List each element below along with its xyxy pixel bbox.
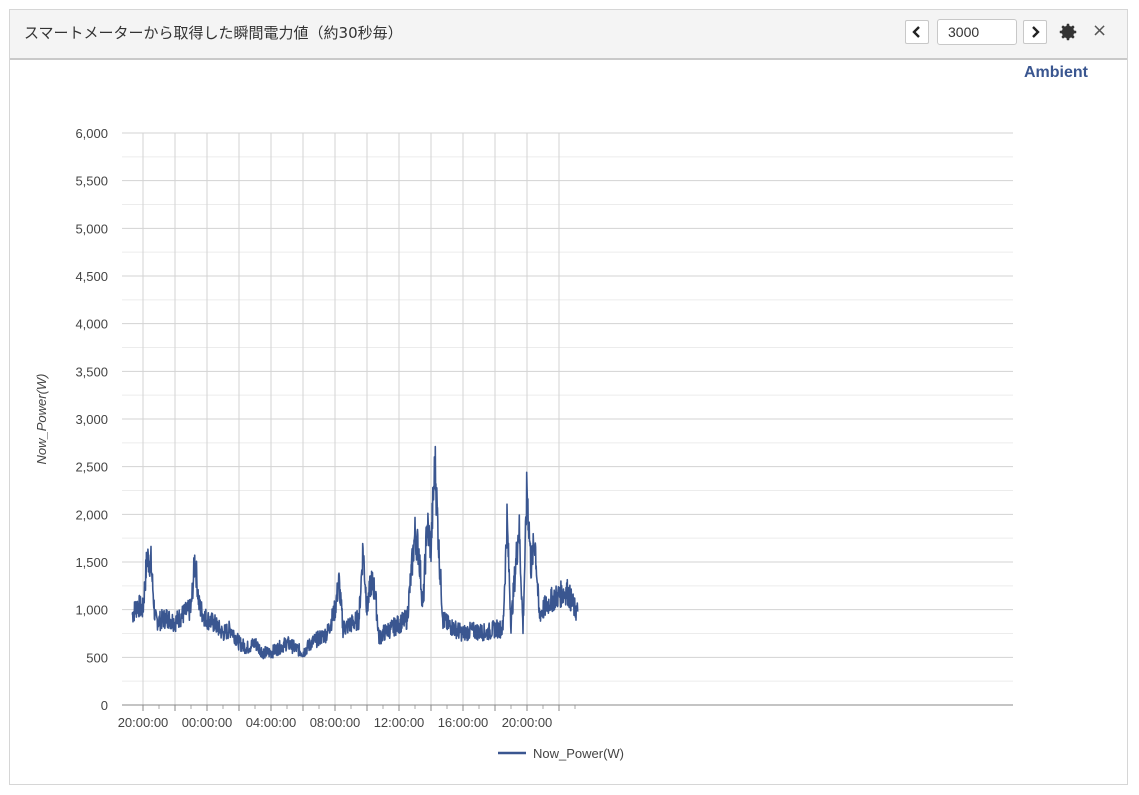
y-tick-label: 5,500: [75, 174, 108, 189]
series-line: [131, 445, 579, 660]
x-tick-label: 16:00:00: [438, 715, 489, 730]
x-tick-label: 20:00:00: [118, 715, 169, 730]
y-tick-label: 0: [101, 698, 108, 713]
x-tick-label: 04:00:00: [246, 715, 297, 730]
x-tick-label: 20:00:00: [502, 715, 553, 730]
y-tick-label: 4,500: [75, 269, 108, 284]
y-tick-label: 6,000: [75, 126, 108, 141]
x-tick-label: 00:00:00: [182, 715, 233, 730]
x-tick-label: 12:00:00: [374, 715, 425, 730]
y-tick-label: 1,500: [75, 555, 108, 570]
y-tick-label: 3,000: [75, 412, 108, 427]
x-tick-label: 08:00:00: [310, 715, 361, 730]
y-tick-label: 3,500: [75, 364, 108, 379]
y-tick-label: 5,000: [75, 221, 108, 236]
y-tick-label: 1,000: [75, 603, 108, 618]
y-axis-label: Now_Power(W): [34, 373, 49, 464]
y-tick-label: 2,000: [75, 507, 108, 522]
y-tick-label: 500: [86, 650, 108, 665]
legend-label: Now_Power(W): [533, 746, 624, 761]
y-tick-label: 2,500: [75, 460, 108, 475]
power-line-chart: 0 500 1,000 1,500 2,000 2,500 3,000 3,500 4,000 4…: [34, 126, 1013, 761]
y-tick-label: 4,000: [75, 317, 108, 332]
